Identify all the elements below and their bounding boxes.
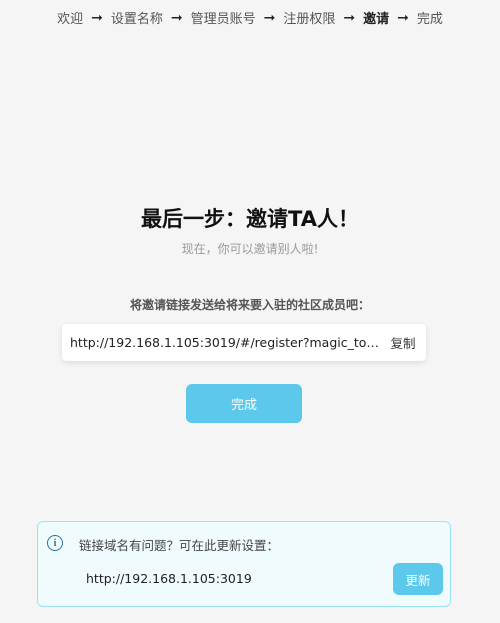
done-button[interactable]: 完成 [186,384,302,423]
arrow-right-icon: ➞ [170,9,183,26]
step-registration-permission: 注册权限 [283,12,336,27]
update-button[interactable]: 更新 [393,563,443,595]
arrow-right-icon: ➞ [397,9,409,26]
info-icon: i [47,535,63,551]
page-subtitle: 现在，你可以邀请别人啦! [181,242,319,256]
notice-text: 链接域名有问题？可在此更新设置： [79,538,280,553]
copy-link-button[interactable]: 复制 [380,333,426,352]
domain-value: http://192.168.1.105:3019 [86,571,252,586]
step-set-name: 设置名称 [110,12,163,27]
invite-instruction: 将邀请链接发送给将来要入驻的社区成员吧： [129,298,370,312]
page-title: 最后一步：邀请TA人！ [141,207,359,231]
arrow-right-icon: ➞ [343,9,356,26]
step-finish: 完成 [416,12,443,27]
invite-link-box: http://192.168.1.105:3019/#/register?mag… [62,324,426,361]
domain-notice-panel: i 链接域名有问题？可在此更新设置： http://192.168.1.105:… [37,521,451,607]
step-invite: 邀请 [363,12,390,27]
invite-link-text[interactable]: http://192.168.1.105:3019/#/register?mag… [62,335,380,350]
invite-step-page: 欢迎 ➞ 设置名称 ➞ 管理员账号 ➞ 注册权限 ➞ 邀请 ➞ 完成 最后一步：… [0,0,500,623]
step-welcome: 欢迎 [57,12,84,27]
step-admin-account: 管理员账号 [190,12,256,27]
setup-stepper: 欢迎 ➞ 设置名称 ➞ 管理员账号 ➞ 注册权限 ➞ 邀请 ➞ 完成 [0,8,500,28]
arrow-right-icon: ➞ [263,9,276,26]
arrow-right-icon: ➞ [91,9,103,26]
